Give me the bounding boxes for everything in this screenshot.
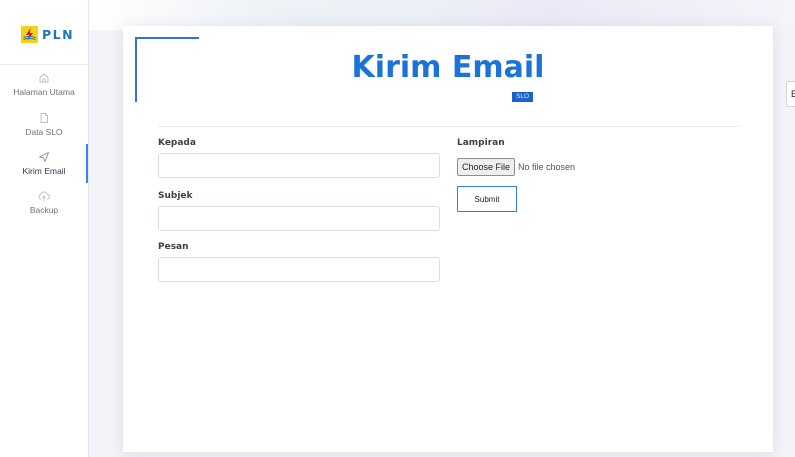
page-title: Kirim Email [351, 50, 545, 85]
home-icon [39, 73, 49, 83]
sidebar-item-backup[interactable]: Backup [0, 190, 88, 230]
sidebar: PLN Halaman Utama Data SLO Kirim Email B… [0, 0, 89, 457]
choose-file-button[interactable]: Choose File [457, 158, 516, 176]
sidebar-item-data-slo[interactable]: Data SLO [0, 112, 88, 152]
file-input[interactable]: Choose File No file chosen [457, 158, 575, 176]
logo[interactable]: PLN [21, 24, 74, 44]
sidebar-item-kirim-email[interactable]: Kirim Email [0, 144, 88, 191]
logo-text: PLN [42, 26, 75, 42]
file-status: No file chosen [518, 162, 576, 172]
submit-button[interactable]: Submit [457, 186, 517, 212]
sidebar-item-label: Halaman Utama [13, 87, 75, 97]
cloud-upload-icon [38, 191, 50, 201]
message-label: Pesan [158, 242, 189, 252]
sidebar-divider [0, 64, 88, 65]
message-field[interactable] [158, 257, 440, 282]
subject-label: Subjek [158, 191, 193, 201]
sidebar-item-halaman-utama[interactable]: Halaman Utama [0, 72, 88, 112]
sidebar-item-label: Data SLO [25, 127, 63, 137]
slo-badge: SLO [512, 92, 534, 102]
main-area: Kirim Email SLO Kepada Subjek Pesan Lamp… [89, 0, 795, 457]
sidebar-item-label: Backup [29, 205, 59, 215]
lightning-icon [21, 25, 38, 43]
attachment-label: Lampiran [457, 138, 505, 148]
file-icon [40, 113, 48, 123]
sidebar-item-label: Kirim Email [22, 166, 66, 176]
divider [158, 126, 739, 127]
email-form-card: Kirim Email SLO Kepada Subjek Pesan Lamp… [123, 26, 773, 452]
to-label: Kepada [158, 138, 196, 148]
subject-field[interactable] [158, 206, 440, 231]
send-icon [39, 152, 49, 162]
corner-accent [135, 37, 199, 39]
to-field[interactable] [158, 153, 440, 178]
side-stub-button[interactable]: E [786, 81, 795, 107]
